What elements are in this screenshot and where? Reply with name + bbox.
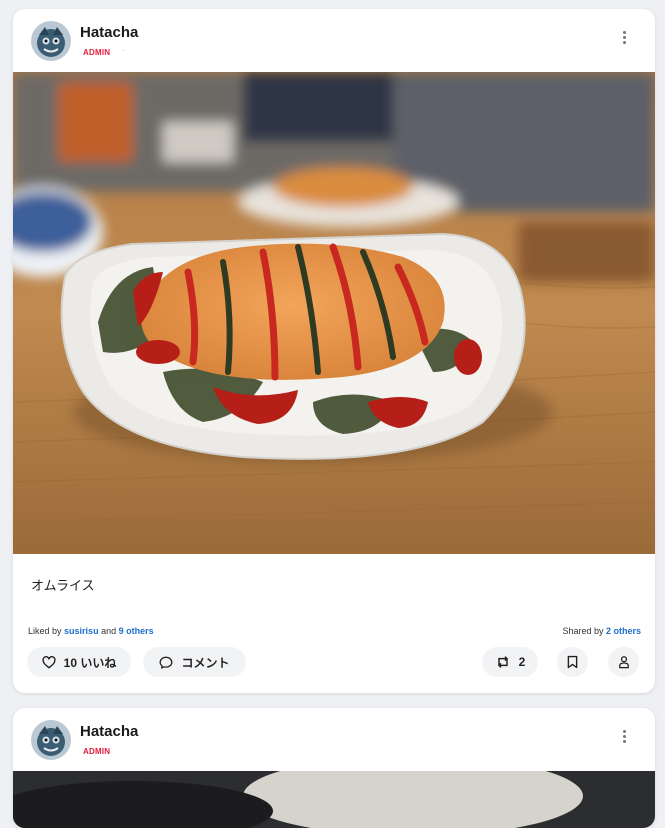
- avatar[interactable]: [31, 720, 71, 760]
- share-to-user-button[interactable]: [608, 647, 639, 677]
- like-label: 10 いいね: [63, 655, 117, 670]
- post-image[interactable]: [13, 72, 655, 554]
- vertical-dots-icon: [617, 730, 631, 743]
- like-button[interactable]: 10 いいね: [27, 647, 131, 677]
- author-name[interactable]: Hatacha: [80, 24, 138, 41]
- likes-others-link[interactable]: 9 others: [119, 626, 154, 636]
- role-separator: ·: [122, 46, 125, 55]
- post-card: Hatacha ADMIN · オムライス Liked by susirisu …: [13, 9, 655, 693]
- post-header: Hatacha ADMIN ·: [13, 9, 655, 72]
- comment-label: コメント: [181, 655, 230, 670]
- role-badge: ADMIN: [83, 747, 111, 756]
- vertical-dots-icon: [617, 31, 631, 44]
- shares-summary: Shared by 2 others: [562, 626, 641, 636]
- role-badge: ADMIN: [83, 48, 111, 57]
- post-image[interactable]: [13, 756, 655, 828]
- shares-others-link[interactable]: 2 others: [606, 626, 641, 636]
- author-name[interactable]: Hatacha: [80, 723, 138, 740]
- likes-joiner: and: [101, 626, 117, 636]
- more-options-button[interactable]: [617, 730, 631, 748]
- liker-link[interactable]: susirisu: [64, 626, 99, 636]
- repost-icon: [497, 656, 508, 668]
- post-card: Hatacha ADMIN: [13, 708, 655, 828]
- repost-count: 2: [518, 655, 526, 669]
- comment-button[interactable]: コメント: [143, 647, 246, 677]
- shares-prefix: Shared by: [562, 626, 604, 636]
- post-caption: オムライス: [31, 578, 95, 593]
- heart-icon: [42, 655, 56, 668]
- bookmark-icon: [567, 655, 578, 669]
- repost-button[interactable]: 2: [482, 647, 538, 677]
- likes-summary: Liked by susirisu and 9 others: [28, 626, 154, 636]
- likes-prefix: Liked by: [28, 626, 62, 636]
- speech-bubble-icon: [160, 656, 173, 669]
- post-header: Hatacha ADMIN: [13, 708, 655, 771]
- bookmark-button[interactable]: [557, 647, 588, 677]
- more-options-button[interactable]: [617, 31, 631, 49]
- avatar[interactable]: [31, 21, 71, 61]
- user-icon: [618, 656, 629, 669]
